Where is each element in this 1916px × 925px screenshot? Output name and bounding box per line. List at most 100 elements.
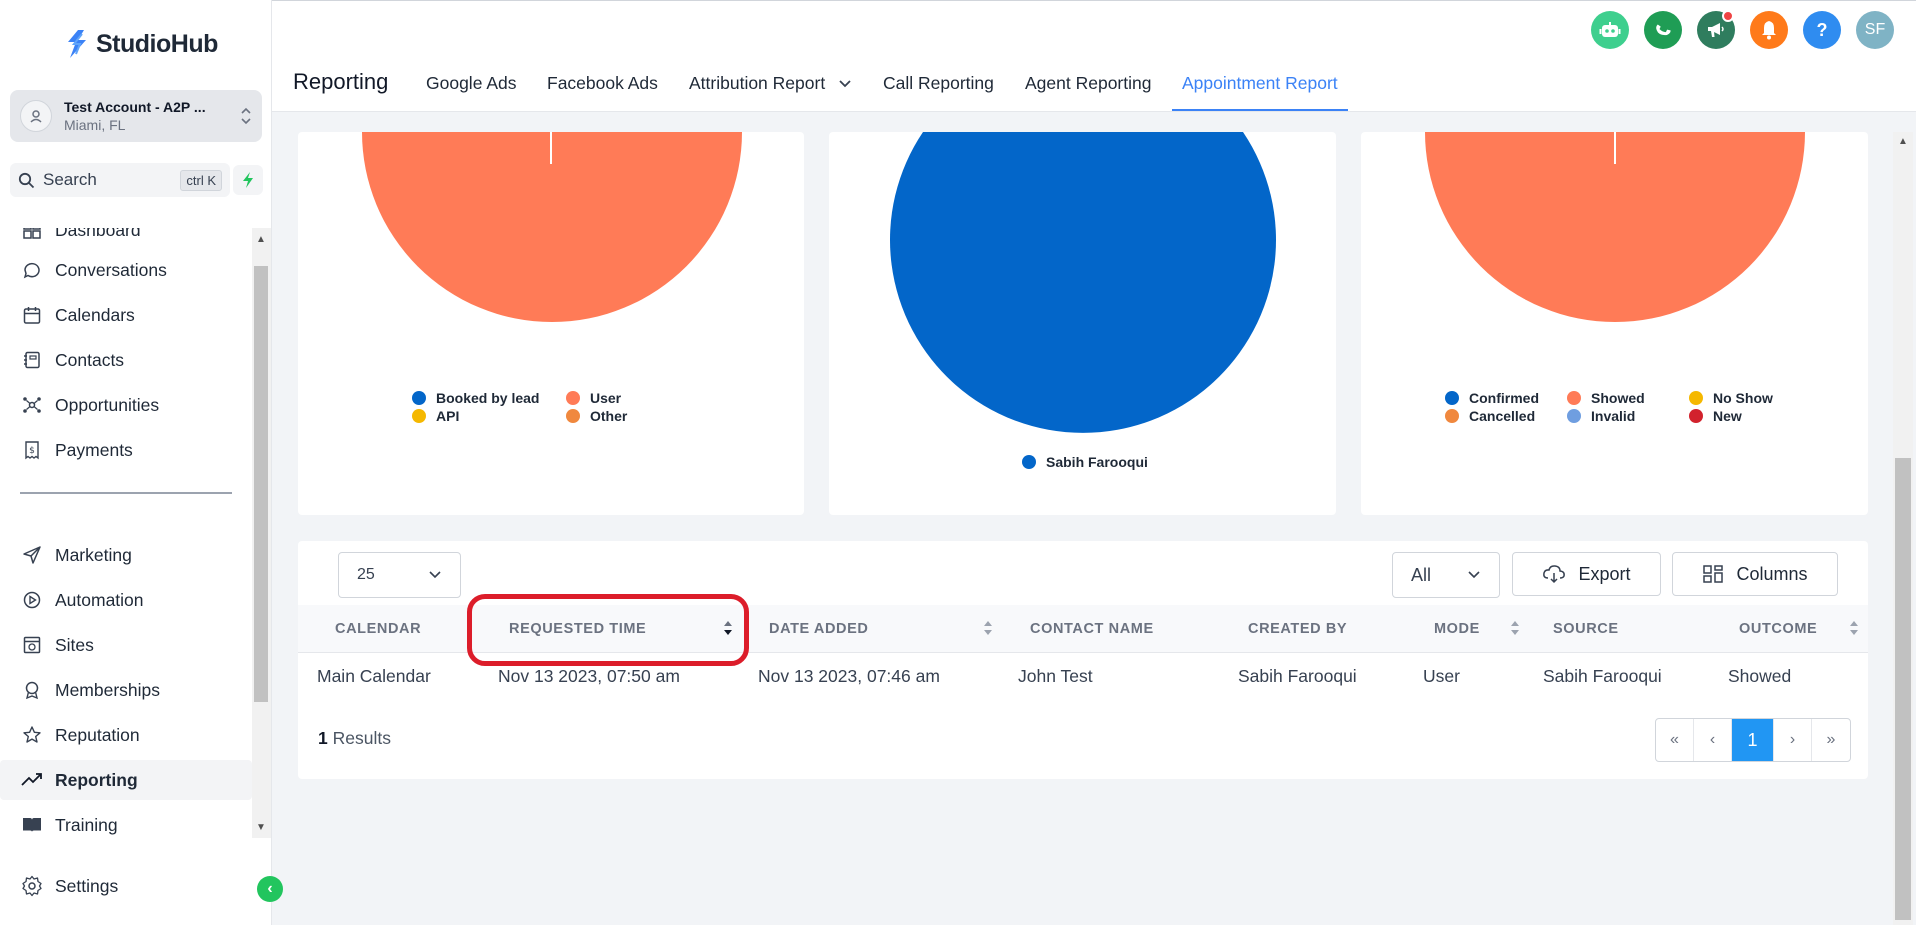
opportunities-icon: [20, 393, 44, 417]
legend-item-api[interactable]: API: [412, 408, 459, 424]
sidebar-item-opportunities[interactable]: Opportunities: [0, 385, 252, 425]
pie-slice-sabih-farooqui[interactable]: [890, 132, 1276, 433]
sites-icon: [20, 633, 44, 657]
collapse-sidebar-button[interactable]: ‹: [257, 876, 283, 902]
sidebar-item-automation[interactable]: Automation: [0, 580, 252, 620]
legend-dot: [1445, 409, 1459, 423]
column-header-outcome[interactable]: OUTCOME: [1739, 621, 1817, 637]
legend-item-showed[interactable]: Showed: [1567, 390, 1645, 406]
account-location: Miami, FL: [64, 117, 126, 133]
column-header-date-added[interactable]: DATE ADDED: [769, 621, 868, 637]
legend-label: No Show: [1713, 390, 1773, 406]
chevron-left-icon: ‹: [267, 880, 273, 897]
quick-actions-button[interactable]: [233, 165, 263, 195]
tab-call-reporting[interactable]: Call Reporting: [883, 73, 994, 111]
sort-icon[interactable]: [1510, 619, 1520, 637]
sidebar-item-contacts[interactable]: Contacts: [0, 340, 252, 380]
legend-item-new[interactable]: New: [1689, 408, 1742, 424]
sort-icon[interactable]: [1849, 619, 1859, 637]
legend-item-other[interactable]: Other: [566, 408, 627, 424]
sidebar-item-label: Memberships: [55, 679, 161, 700]
top-header: ? SF Reporting Google Ads Facebook Ads A…: [272, 0, 1916, 112]
filter-select[interactable]: All: [1392, 552, 1500, 598]
sidebar-item-dashboard[interactable]: Dashboard: [0, 228, 252, 250]
chevron-down-icon: [1468, 571, 1480, 579]
first-page-button[interactable]: «: [1656, 719, 1694, 761]
notifications-button[interactable]: [1750, 11, 1788, 49]
sidebar-item-label: Payments: [55, 439, 133, 460]
sidebar-item-marketing[interactable]: Marketing: [0, 535, 252, 575]
sidebar-item-reporting[interactable]: Reporting: [0, 760, 252, 800]
legend-dot: [566, 391, 580, 405]
main-scrollbar-thumb[interactable]: [1895, 458, 1911, 920]
legend-dot: [1689, 391, 1703, 405]
legend-item-user[interactable]: User: [566, 390, 621, 406]
app-logo[interactable]: StudioHub: [64, 28, 218, 60]
tab-facebook-ads[interactable]: Facebook Ads: [547, 73, 658, 111]
sidebar-item-sites[interactable]: Sites: [0, 625, 252, 665]
account-switcher[interactable]: Test Account - A2P ... Miami, FL: [10, 90, 262, 142]
cell-outcome: Showed: [1728, 666, 1792, 686]
phone-button[interactable]: [1644, 11, 1682, 49]
results-number: 1: [318, 728, 328, 748]
tab-attribution-report[interactable]: Attribution Report: [689, 73, 852, 111]
sidebar-settings-label: Settings: [55, 875, 119, 896]
search-button[interactable]: Search ctrl K: [10, 163, 230, 197]
sidebar-item-label: Conversations: [55, 259, 167, 280]
scroll-up-icon[interactable]: ▲: [1897, 136, 1909, 147]
last-page-button[interactable]: »: [1812, 719, 1850, 761]
sidebar-item-conversations[interactable]: Conversations: [0, 250, 252, 290]
sidebar-item-label: Reputation: [55, 724, 140, 745]
column-header-calendar[interactable]: CALENDAR: [335, 621, 421, 637]
help-button[interactable]: ?: [1803, 11, 1841, 49]
legend-dot: [412, 391, 426, 405]
legend-item-sabih-farooqui[interactable]: Sabih Farooqui: [1022, 454, 1148, 470]
sidebar-item-training[interactable]: Training: [0, 805, 252, 838]
column-header-mode[interactable]: MODE: [1434, 621, 1480, 637]
cell-mode: User: [1423, 666, 1460, 686]
legend-item-no-show[interactable]: No Show: [1689, 390, 1773, 406]
tab-agent-reporting[interactable]: Agent Reporting: [1025, 73, 1151, 111]
sidebar-item-settings[interactable]: Settings: [0, 866, 252, 906]
export-button[interactable]: Export: [1512, 552, 1661, 596]
scroll-up-icon[interactable]: ▲: [255, 234, 267, 245]
sort-icon[interactable]: [983, 619, 993, 637]
prev-page-button[interactable]: ‹: [1694, 719, 1732, 761]
legend-item-cancelled[interactable]: Cancelled: [1445, 408, 1535, 424]
sidebar-item-calendars[interactable]: Calendars: [0, 295, 252, 335]
sidebar-nav: Dashboard Conversations Calendars Contac…: [0, 228, 252, 838]
avatar-initials: SF: [1864, 21, 1886, 38]
book-icon: [20, 813, 44, 837]
sidebar-item-label: Marketing: [55, 544, 132, 565]
column-header-created-by[interactable]: CREATED BY: [1248, 621, 1347, 637]
user-avatar[interactable]: SF: [1856, 11, 1894, 49]
scroll-down-icon[interactable]: ▼: [255, 822, 267, 833]
calendar-icon: [20, 303, 44, 327]
tab-appointment-report[interactable]: Appointment Report: [1172, 73, 1348, 111]
contacts-icon: [20, 348, 44, 372]
legend-label: Confirmed: [1469, 390, 1539, 406]
phone-icon: [1656, 24, 1671, 36]
legend-item-invalid[interactable]: Invalid: [1567, 408, 1635, 424]
sidebar-item-payments[interactable]: $ Payments: [0, 430, 252, 470]
legend-label: Cancelled: [1469, 408, 1536, 424]
legend-item-booked-by-lead[interactable]: Booked by lead: [412, 390, 539, 406]
trending-icon: [20, 768, 44, 792]
column-header-contact-name[interactable]: CONTACT NAME: [1030, 621, 1154, 637]
ai-assistant-button[interactable]: [1591, 11, 1629, 49]
page-1-button[interactable]: 1: [1732, 719, 1774, 761]
page-size-select[interactable]: 25: [338, 552, 461, 598]
sidebar-item-reputation[interactable]: Reputation: [0, 715, 252, 755]
columns-button[interactable]: Columns: [1672, 552, 1838, 596]
dashboard-icon: [20, 228, 44, 242]
sidebar-item-memberships[interactable]: Memberships: [0, 670, 252, 710]
cell-contact-name[interactable]: John Test: [1018, 666, 1093, 687]
cell-created-by: Sabih Farooqui: [1238, 666, 1357, 686]
tab-google-ads[interactable]: Google Ads: [426, 73, 516, 111]
announcements-button[interactable]: [1697, 10, 1735, 49]
legend-item-confirmed[interactable]: Confirmed: [1445, 390, 1539, 406]
column-header-source[interactable]: SOURCE: [1553, 621, 1619, 637]
search-icon: [18, 172, 35, 188]
sidebar-scrollbar-thumb[interactable]: [254, 266, 268, 702]
next-page-button[interactable]: ›: [1774, 719, 1812, 761]
